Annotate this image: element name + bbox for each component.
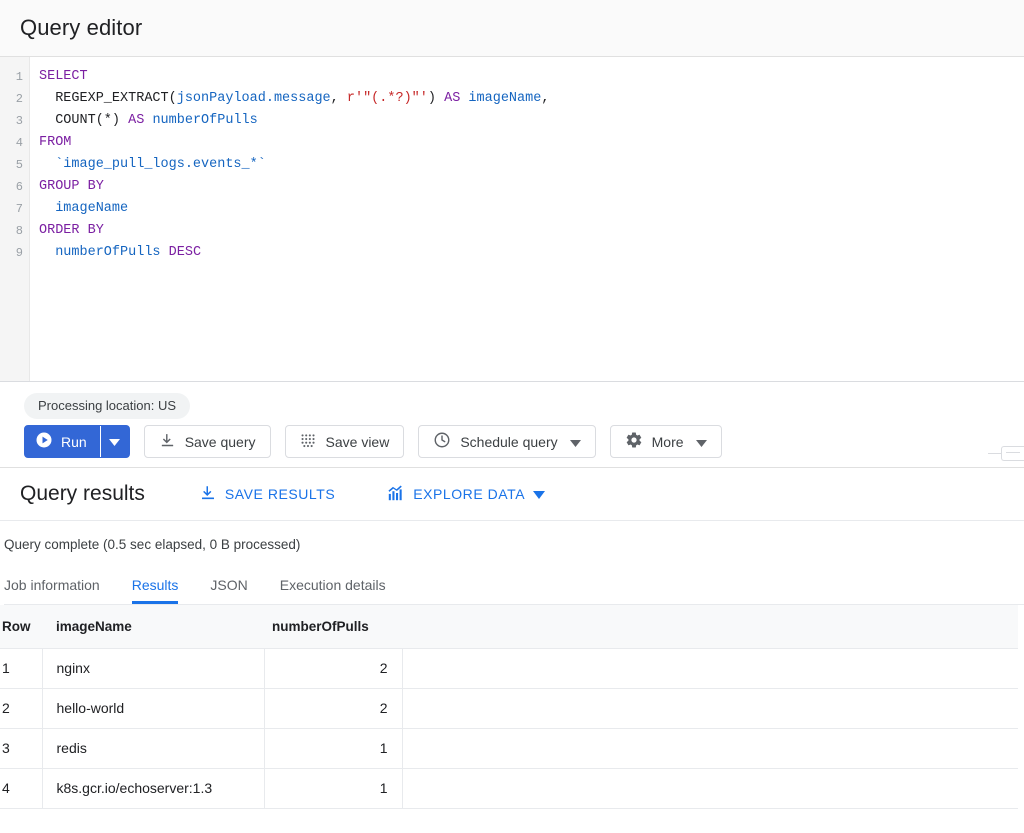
cell-filler [402,648,1018,688]
schedule-query-label: Schedule query [460,434,557,450]
code-line: GROUP BY [39,176,1024,198]
save-query-label: Save query [185,434,256,450]
line-number: 3 [0,110,29,132]
code-line: REGEXP_EXTRACT(jsonPayload.message, r'"(… [39,88,1024,110]
line-number: 7 [0,198,29,220]
query-results-header: Query results SAVE RESULTS EXPLORE DATA [0,468,1024,521]
code-line: `image_pull_logs.events_*` [39,154,1024,176]
line-number: 6 [0,176,29,198]
processing-location-chip: Processing location: US [24,393,190,419]
tab-execution-details[interactable]: Execution details [280,577,386,604]
chevron-down-icon [696,434,707,450]
cell-row-number: 4 [0,768,42,808]
cell-imagename: nginx [42,648,264,688]
run-button-label: Run [61,434,87,450]
table-header-row: Row imageName numberOfPulls [0,605,1018,648]
download-icon [159,432,176,452]
tab-job-information[interactable]: Job information [4,577,100,604]
grid-dots-icon [300,432,317,452]
cell-numberofpulls: 1 [264,768,402,808]
cell-row-number: 3 [0,728,42,768]
run-dropdown-button[interactable] [101,426,129,457]
cell-filler [402,768,1018,808]
save-view-label: Save view [326,434,390,450]
cell-imagename: k8s.gcr.io/echoserver:1.3 [42,768,264,808]
code-line: SELECT [39,66,1024,88]
results-tab-bar: Job information Results JSON Execution deta… [4,563,1024,605]
download-icon [199,484,217,505]
table-row[interactable]: 2hello-world2 [0,688,1018,728]
cell-imagename: redis [42,728,264,768]
clock-icon [433,431,451,452]
results-table: Row imageName numberOfPulls 1nginx22hell… [0,605,1018,809]
save-view-button[interactable]: Save view [285,425,405,458]
table-row[interactable]: 3redis1 [0,728,1018,768]
line-number: 9 [0,242,29,264]
editor-action-bar: Processing location: US Run [0,382,1024,468]
table-row[interactable]: 1nginx2 [0,648,1018,688]
gear-icon [625,431,643,452]
results-title: Query results [0,482,145,506]
code-line: COUNT(*) AS numberOfPulls [39,110,1024,132]
page-title: Query editor [0,15,142,41]
chart-icon [387,484,405,505]
save-query-button[interactable]: Save query [144,425,271,458]
chevron-down-icon [109,433,120,451]
cell-numberofpulls: 2 [264,688,402,728]
cell-numberofpulls: 2 [264,648,402,688]
chevron-down-icon [570,434,581,450]
cell-numberofpulls: 1 [264,728,402,768]
cell-imagename: hello-world [42,688,264,728]
cell-row-number: 1 [0,648,42,688]
line-number: 8 [0,220,29,242]
query-status-text: Query complete (0.5 sec elapsed, 0 B pro… [4,521,1024,552]
more-label: More [652,434,684,450]
line-number: 2 [0,88,29,110]
code-line: FROM [39,132,1024,154]
table-row[interactable]: 4k8s.gcr.io/echoserver:1.31 [0,768,1018,808]
cell-row-number: 2 [0,688,42,728]
column-header-imagename[interactable]: imageName [42,605,264,648]
play-circle-icon [35,431,53,452]
line-number: 1 [0,66,29,88]
tab-json[interactable]: JSON [210,577,247,604]
panel-resize-handle[interactable] [988,446,1024,461]
explore-data-label: EXPLORE DATA [413,486,525,502]
more-button[interactable]: More [610,425,722,458]
query-editor-header: Query editor [0,0,1024,57]
line-number: 5 [0,154,29,176]
tab-results[interactable]: Results [132,577,179,604]
column-header-numberofpulls[interactable]: numberOfPulls [264,605,402,648]
column-header-filler [402,605,1018,648]
run-button[interactable]: Run [25,426,101,457]
schedule-query-button[interactable]: Schedule query [418,425,595,458]
column-header-row[interactable]: Row [0,605,42,648]
cell-filler [402,728,1018,768]
editor-gutter: 123456789 [0,57,30,381]
code-line: ORDER BY [39,220,1024,242]
sql-code-area[interactable]: SELECT REGEXP_EXTRACT(jsonPayload.messag… [30,57,1024,381]
save-results-label: SAVE RESULTS [225,486,335,502]
query-results-body: Query complete (0.5 sec elapsed, 0 B pro… [0,521,1024,605]
explore-data-button[interactable]: EXPLORE DATA [387,484,545,505]
save-results-button[interactable]: SAVE RESULTS [199,484,335,505]
code-line: imageName [39,198,1024,220]
line-number: 4 [0,132,29,154]
chevron-down-icon [533,486,545,502]
run-button-group[interactable]: Run [24,425,130,458]
sql-code-editor[interactable]: 123456789 SELECT REGEXP_EXTRACT(jsonPayl… [0,57,1024,382]
code-line: numberOfPulls DESC [39,242,1024,264]
cell-filler [402,688,1018,728]
editor-button-row: Run Save query [0,425,1024,458]
